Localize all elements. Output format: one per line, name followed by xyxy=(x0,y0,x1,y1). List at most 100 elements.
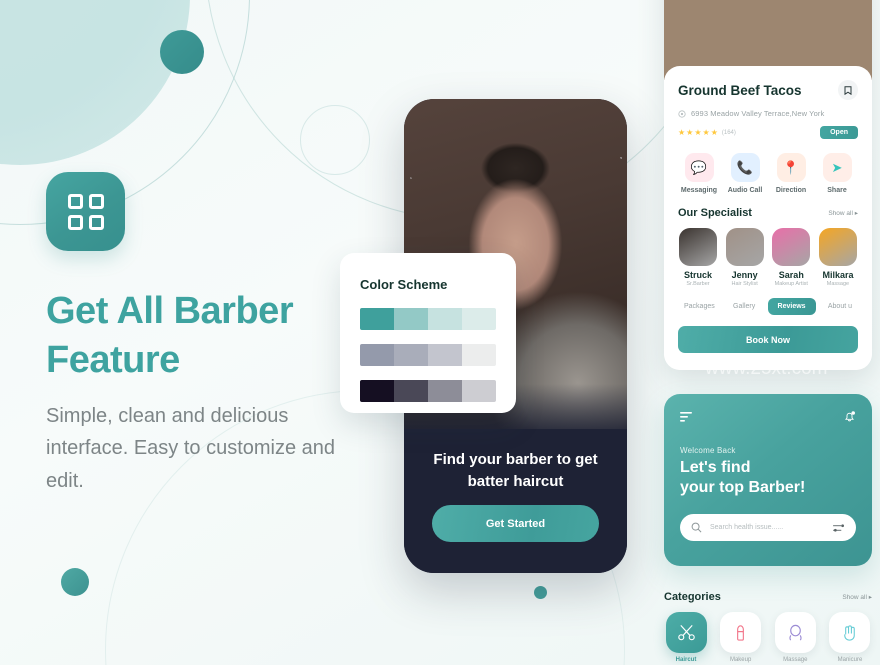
search-placeholder: Search health issue...... xyxy=(710,524,784,532)
color-swatch xyxy=(360,308,394,330)
color-swatch xyxy=(428,344,462,366)
listing-card: Ground Beef Tacos 6993 Meadow Valley Ter… xyxy=(664,0,872,370)
color-swatch-row xyxy=(360,380,496,402)
status-badge[interactable]: Open xyxy=(820,126,858,139)
star-icon: ★ xyxy=(686,128,694,137)
specialist-jenny[interactable]: Jenny Hair Stylist xyxy=(725,228,765,287)
color-swatch xyxy=(462,308,496,330)
category-massage[interactable]: Massage xyxy=(773,612,817,663)
listing-header: Ground Beef Tacos xyxy=(678,80,858,100)
phone-icon: 📞 xyxy=(730,153,760,182)
star-icon: ★ xyxy=(710,128,718,137)
specialist-name: Struck xyxy=(683,270,712,280)
welcome-title-line1: Let's find xyxy=(680,459,751,476)
book-now-button[interactable]: Book Now xyxy=(678,326,858,353)
category-label: Haircut xyxy=(675,657,697,663)
category-haircut[interactable]: Haircut xyxy=(664,612,708,663)
poster-canvas: Get All Barber Feature Simple, clean and… xyxy=(0,0,880,665)
color-swatch-list xyxy=(360,308,496,402)
tab-packages[interactable]: Packages xyxy=(678,299,721,314)
category-manicure[interactable]: Manicure xyxy=(828,612,872,663)
welcome-card-topbar xyxy=(680,410,856,428)
action-share[interactable]: ➤ Share xyxy=(816,153,858,194)
listing-card-body: Ground Beef Tacos 6993 Meadow Valley Ter… xyxy=(664,66,872,370)
app-logo-tile xyxy=(46,172,125,251)
specialist-name: Jenny xyxy=(731,270,758,280)
specialist-name: Milkara xyxy=(822,270,854,280)
color-swatch-row xyxy=(360,308,496,330)
color-swatch xyxy=(360,380,394,402)
manicure-icon xyxy=(829,612,871,653)
onboarding-title: Find your barber to get batter haircut xyxy=(433,451,598,490)
search-input[interactable]: Search health issue...... xyxy=(680,514,856,542)
search-icon xyxy=(691,522,702,533)
sliders-icon[interactable] xyxy=(833,523,845,533)
decor-ring-c xyxy=(300,105,370,175)
color-swatch xyxy=(394,308,428,330)
welcome-card: Welcome Back Let's find your top Barber!… xyxy=(664,394,872,566)
color-swatch xyxy=(428,308,462,330)
address-row: 6993 Meadow Valley Terrace,New York xyxy=(678,109,858,118)
specialist-role: Sr.Barber xyxy=(686,281,710,287)
specialist-section-title: Our Specialist xyxy=(678,207,752,219)
categories-header: Categories Show all ▸ xyxy=(664,591,872,603)
tab-about-u[interactable]: About u xyxy=(822,299,858,314)
specialist-milkara[interactable]: Milkara Massage xyxy=(818,228,858,287)
welcome-greeting: Welcome Back xyxy=(680,446,736,455)
color-swatch xyxy=(462,344,496,366)
specialist-role: Massage xyxy=(826,281,850,287)
specialist-sarah[interactable]: Sarah Makeup Artist xyxy=(771,228,811,287)
category-list: Haircut Makeup Massage Manicure xyxy=(664,612,872,663)
share-arrow-icon: ➤ xyxy=(822,153,852,182)
category-label: Massage xyxy=(783,657,808,663)
chat-bubble-icon: 💬 xyxy=(684,153,714,182)
bookmark-button[interactable] xyxy=(838,80,858,100)
menu-lines-icon[interactable] xyxy=(680,410,693,428)
welcome-title: Let's find your top Barber! xyxy=(680,458,856,498)
color-swatch-row xyxy=(360,344,496,366)
color-swatch xyxy=(360,344,394,366)
categories-title: Categories xyxy=(664,591,721,603)
avatar xyxy=(679,228,717,266)
decor-circle-large xyxy=(0,0,190,165)
massage-icon xyxy=(774,612,816,653)
listing-tabs: Packages Gallery Reviews About u xyxy=(678,298,858,315)
decor-dot-small xyxy=(61,568,89,596)
specialist-show-all-link[interactable]: Show all ▸ xyxy=(828,209,858,217)
categories-section: Categories Show all ▸ Haircut Makeup Massa… xyxy=(664,578,872,663)
tab-reviews[interactable]: Reviews xyxy=(767,298,816,315)
location-pin-icon: 📍 xyxy=(776,153,806,182)
get-started-button[interactable]: Get Started xyxy=(432,505,599,542)
decor-ring-a xyxy=(0,0,250,225)
action-label: Messaging xyxy=(680,187,718,194)
page-title: Get All Barber Feature xyxy=(46,290,294,382)
color-scheme-card: Color Scheme xyxy=(340,253,516,413)
quick-actions: 💬 Messaging 📞 Audio Call 📍 Direction ➤ Share xyxy=(678,153,858,194)
action-label: Share xyxy=(827,187,847,194)
specialist-role: Makeup Artist xyxy=(774,281,808,287)
color-swatch xyxy=(428,380,462,402)
category-label: Manicure xyxy=(837,657,863,663)
star-icon: ★ xyxy=(694,128,702,137)
action-messaging[interactable]: 💬 Messaging xyxy=(678,153,720,194)
category-label: Makeup xyxy=(729,657,752,663)
avatar xyxy=(772,228,811,266)
page-subtitle: Simple, clean and delicious interface. E… xyxy=(46,405,336,492)
action-audio-call[interactable]: 📞 Audio Call xyxy=(724,153,766,194)
rating-count: (164) xyxy=(721,129,736,136)
categories-show-all-link[interactable]: Show all ▸ xyxy=(842,593,872,601)
listing-title: Ground Beef Tacos xyxy=(678,82,802,98)
action-label: Audio Call xyxy=(727,187,763,194)
address-text: 6993 Meadow Valley Terrace,New York xyxy=(691,109,825,118)
specialist-role: Hair Stylist xyxy=(731,281,758,287)
bookmark-icon xyxy=(844,85,852,95)
bell-dot-icon[interactable] xyxy=(843,410,856,428)
action-direction[interactable]: 📍 Direction xyxy=(770,153,812,194)
specialist-struck[interactable]: Struck Sr.Barber xyxy=(678,228,718,287)
welcome-title-line2: your top Barber! xyxy=(680,479,806,497)
star-icon: ★ xyxy=(702,128,710,137)
lipstick-icon xyxy=(720,612,762,653)
color-scheme-title: Color Scheme xyxy=(360,277,448,292)
category-makeup[interactable]: Makeup xyxy=(719,612,763,663)
tab-gallery[interactable]: Gallery xyxy=(727,299,761,314)
